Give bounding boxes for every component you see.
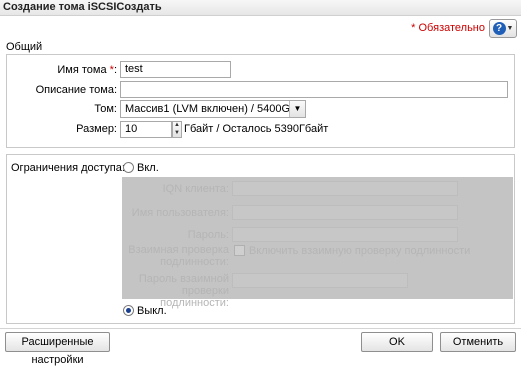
client-iqn-label: IQN клиента: [162, 183, 229, 195]
access-on-radio[interactable] [123, 162, 134, 173]
size-stepper[interactable]: ▲ ▼ [172, 121, 182, 138]
client-iqn-input [232, 181, 458, 196]
access-restriction-label: Ограничения доступа: [11, 162, 125, 174]
ok-button[interactable]: OK [361, 332, 433, 352]
volume-description-input[interactable] [120, 81, 508, 98]
cancel-button[interactable]: Отменить [440, 332, 516, 352]
help-button[interactable]: ? ▼ [489, 19, 517, 38]
general-group: Имя тома *: test Описание тома: Том: Мас… [6, 54, 515, 148]
size-unit-text: Гбайт / Осталось 5390Гбайт [184, 123, 329, 135]
password-input [232, 227, 458, 242]
password-label: Пароль: [187, 229, 229, 241]
volume-description-label: Описание тома: [35, 84, 117, 96]
stepper-down-icon[interactable]: ▼ [173, 130, 181, 138]
section-general-label: Общий [6, 41, 43, 53]
username-input [232, 205, 458, 220]
required-note: * Обязательно [411, 22, 485, 34]
volume-name-label-text: Имя тома [57, 64, 107, 76]
volume-name-colon: : [113, 64, 117, 76]
mutual-auth-checkbox [234, 245, 245, 256]
window-title: Создание тома iSCSIСоздать [0, 0, 521, 16]
chevron-down-icon: ▼ [506, 25, 514, 32]
stepper-up-icon[interactable]: ▲ [173, 122, 181, 130]
help-icon: ? [492, 22, 506, 35]
volume-select-value: Массив1 (LVM включен) / 5400GB [125, 103, 298, 115]
mutual-auth-checkbox-label: Включить взаимную проверку подлинности [249, 245, 471, 257]
size-label: Размер: [76, 123, 117, 135]
volume-name-input[interactable]: test [120, 61, 231, 78]
username-label: Имя пользователя: [131, 207, 229, 219]
volume-name-label: Имя тома *: [11, 64, 117, 76]
size-input[interactable]: 10 [120, 121, 172, 138]
volume-select[interactable]: Массив1 (LVM включен) / 5400GB ▼ [120, 100, 306, 118]
access-on-label[interactable]: Вкл. [137, 162, 159, 174]
chevron-down-icon[interactable]: ▼ [289, 101, 305, 117]
mutual-password-label: Пароль взаимной проверки подлинности: [138, 273, 229, 309]
volume-select-label: Том: [94, 103, 117, 115]
footer-divider [0, 328, 521, 329]
mutual-password-input [232, 273, 408, 288]
mutual-auth-label: Взаимная проверка подлинности: [128, 244, 229, 268]
access-settings-panel-disabled: IQN клиента: Имя пользователя: Пароль: В… [122, 177, 513, 309]
advanced-settings-button[interactable]: Расширенные настройки [5, 332, 110, 366]
